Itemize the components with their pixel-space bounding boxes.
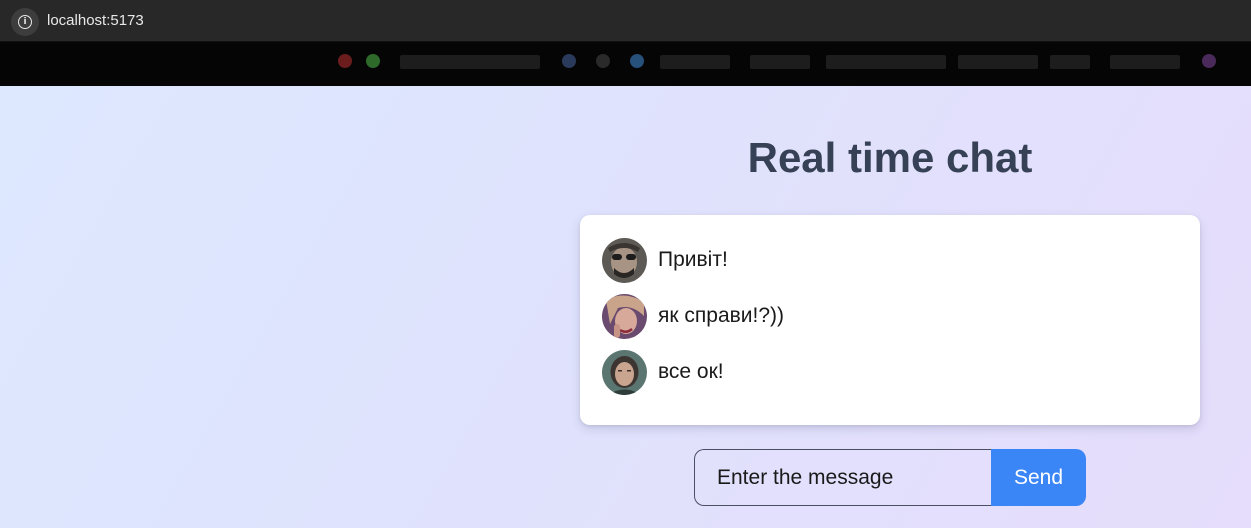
bookmark-icon[interactable] (596, 54, 610, 68)
bookmarks-bar (0, 42, 1251, 86)
bookmark-item[interactable] (1110, 55, 1180, 69)
message-input[interactable] (694, 449, 991, 506)
message-form: Send (694, 449, 1086, 506)
bookmark-item[interactable] (400, 55, 540, 69)
avatar-2-image (602, 293, 647, 339)
info-icon: i (18, 15, 32, 29)
bookmark-icon[interactable] (630, 54, 644, 68)
avatar (602, 293, 647, 339)
bookmark-item[interactable] (1050, 55, 1090, 69)
browser-address-bar: i localhost:5173 (0, 0, 1251, 42)
avatar (602, 349, 647, 395)
bookmark-icon[interactable] (562, 54, 576, 68)
page-content: Real time chat Привіт! як справи!?)) все… (0, 86, 1251, 528)
site-info-button[interactable]: i (11, 8, 39, 36)
send-button[interactable]: Send (991, 449, 1086, 506)
message-text: Привіт! (658, 248, 728, 271)
message-text: як справи!?)) (658, 304, 785, 327)
bookmark-item[interactable] (958, 55, 1038, 69)
bookmark-item[interactable] (750, 55, 810, 69)
chat-message: Привіт! (602, 237, 1178, 283)
chat-message: як справи!?)) (602, 293, 1178, 339)
chat-message: все ок! (602, 349, 1178, 395)
page-title: Real time chat (747, 134, 1033, 181)
bookmark-icon[interactable] (1202, 54, 1216, 68)
chat-messages-panel: Привіт! як справи!?)) все ок! (580, 215, 1200, 425)
address-url[interactable]: localhost:5173 (47, 12, 144, 29)
bookmark-item[interactable] (826, 55, 946, 69)
avatar (602, 237, 647, 283)
bookmark-icon[interactable] (366, 54, 380, 68)
bookmark-item[interactable] (660, 55, 730, 69)
bookmark-icon[interactable] (338, 54, 352, 68)
avatar-3-image (602, 349, 647, 395)
message-text: все ок! (658, 360, 724, 383)
avatar-1-image (602, 237, 647, 283)
